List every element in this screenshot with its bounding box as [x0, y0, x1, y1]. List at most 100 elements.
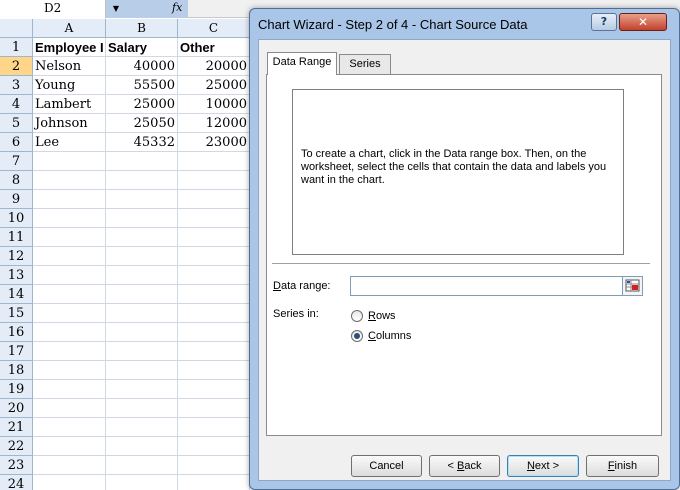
row-header[interactable]: 22 — [0, 437, 33, 456]
cell-a[interactable]: Employee I — [33, 38, 106, 57]
cell-c[interactable]: 10000 — [178, 95, 250, 114]
cell-a[interactable]: Lee — [33, 133, 106, 152]
name-box[interactable]: D2 — [0, 0, 106, 18]
cell-b[interactable] — [106, 190, 178, 209]
cell-a[interactable] — [33, 418, 106, 437]
cell-b[interactable] — [106, 475, 178, 490]
cell-c[interactable] — [178, 152, 250, 171]
cell-b[interactable] — [106, 361, 178, 380]
cell-c[interactable]: 12000 — [178, 114, 250, 133]
row-header[interactable]: 13 — [0, 266, 33, 285]
cell-c[interactable] — [178, 437, 250, 456]
cell-c[interactable] — [178, 456, 250, 475]
cell-b[interactable]: 45332 — [106, 133, 178, 152]
cell-b[interactable] — [106, 342, 178, 361]
cell-a[interactable] — [33, 209, 106, 228]
row-header[interactable]: 3 — [0, 76, 33, 95]
columns-radio[interactable] — [351, 330, 363, 342]
cell-c[interactable]: 20000 — [178, 57, 250, 76]
data-range-input[interactable] — [350, 276, 623, 296]
cell-b[interactable] — [106, 266, 178, 285]
cell-c[interactable] — [178, 380, 250, 399]
dialog-titlebar[interactable]: Chart Wizard - Step 2 of 4 - Chart Sourc… — [250, 9, 679, 39]
cell-c[interactable] — [178, 209, 250, 228]
cell-a[interactable] — [33, 285, 106, 304]
next-button[interactable]: Next > — [507, 455, 579, 477]
cell-a[interactable]: Young — [33, 76, 106, 95]
chevron-down-icon[interactable]: ▼ — [106, 0, 126, 18]
cell-b[interactable]: 25050 — [106, 114, 178, 133]
cell-b[interactable] — [106, 380, 178, 399]
cell-a[interactable] — [33, 304, 106, 323]
cell-a[interactable]: Johnson — [33, 114, 106, 133]
cell-a[interactable] — [33, 171, 106, 190]
row-header[interactable]: 1 — [0, 38, 33, 57]
row-header[interactable]: 24 — [0, 475, 33, 490]
cell-a[interactable] — [33, 266, 106, 285]
row-header[interactable]: 15 — [0, 304, 33, 323]
cell-a[interactable] — [33, 228, 106, 247]
help-icon[interactable]: ? — [591, 13, 617, 31]
row-header[interactable]: 14 — [0, 285, 33, 304]
row-header[interactable]: 18 — [0, 361, 33, 380]
cell-b[interactable] — [106, 456, 178, 475]
columns-radio-label[interactable]: Columns — [368, 330, 411, 342]
row-header[interactable]: 23 — [0, 456, 33, 475]
cell-b[interactable] — [106, 152, 178, 171]
row-header[interactable]: 6 — [0, 133, 33, 152]
cell-b[interactable]: Salary — [106, 38, 178, 57]
cell-a[interactable] — [33, 152, 106, 171]
row-header[interactable]: 20 — [0, 399, 33, 418]
cell-a[interactable]: Nelson — [33, 57, 106, 76]
rows-radio[interactable] — [351, 310, 363, 322]
rows-radio-label[interactable]: Rows — [368, 310, 396, 322]
cell-a[interactable] — [33, 323, 106, 342]
row-header[interactable]: 12 — [0, 247, 33, 266]
row-header[interactable]: 21 — [0, 418, 33, 437]
row-header[interactable]: 16 — [0, 323, 33, 342]
cell-c[interactable] — [178, 399, 250, 418]
cell-c[interactable] — [178, 304, 250, 323]
cell-b[interactable] — [106, 437, 178, 456]
collapse-dialog-button[interactable] — [622, 276, 643, 296]
cell-c[interactable] — [178, 190, 250, 209]
cell-b[interactable] — [106, 399, 178, 418]
column-header-c[interactable]: C — [178, 19, 250, 38]
row-header[interactable]: 10 — [0, 209, 33, 228]
cell-c[interactable] — [178, 171, 250, 190]
tab-series[interactable]: Series — [339, 54, 391, 74]
cell-b[interactable] — [106, 323, 178, 342]
back-button[interactable]: < Back — [429, 455, 500, 477]
row-header[interactable]: 2 — [0, 57, 33, 76]
tab-data-range[interactable]: Data Range — [267, 52, 337, 75]
row-header[interactable]: 5 — [0, 114, 33, 133]
cell-b[interactable]: 55500 — [106, 76, 178, 95]
cell-c[interactable] — [178, 475, 250, 490]
cell-c[interactable]: 23000 — [178, 133, 250, 152]
cell-a[interactable] — [33, 437, 106, 456]
cell-b[interactable] — [106, 209, 178, 228]
row-header[interactable]: 11 — [0, 228, 33, 247]
row-header[interactable]: 19 — [0, 380, 33, 399]
cell-c[interactable] — [178, 361, 250, 380]
cell-b[interactable]: 25000 — [106, 95, 178, 114]
cell-b[interactable] — [106, 418, 178, 437]
close-icon[interactable]: ✕ — [619, 13, 667, 31]
cell-c[interactable] — [178, 323, 250, 342]
cell-b[interactable] — [106, 228, 178, 247]
cell-b[interactable] — [106, 304, 178, 323]
cell-b[interactable] — [106, 171, 178, 190]
cell-a[interactable] — [33, 456, 106, 475]
column-header-a[interactable]: A — [33, 19, 106, 38]
row-header[interactable]: 17 — [0, 342, 33, 361]
cell-c[interactable] — [178, 342, 250, 361]
cell-c[interactable] — [178, 266, 250, 285]
cell-a[interactable] — [33, 475, 106, 490]
row-header[interactable]: 8 — [0, 171, 33, 190]
select-all-corner[interactable] — [0, 19, 33, 38]
row-header[interactable]: 4 — [0, 95, 33, 114]
cell-a[interactable] — [33, 399, 106, 418]
cell-b[interactable] — [106, 285, 178, 304]
cell-b[interactable] — [106, 247, 178, 266]
cell-b[interactable]: 40000 — [106, 57, 178, 76]
